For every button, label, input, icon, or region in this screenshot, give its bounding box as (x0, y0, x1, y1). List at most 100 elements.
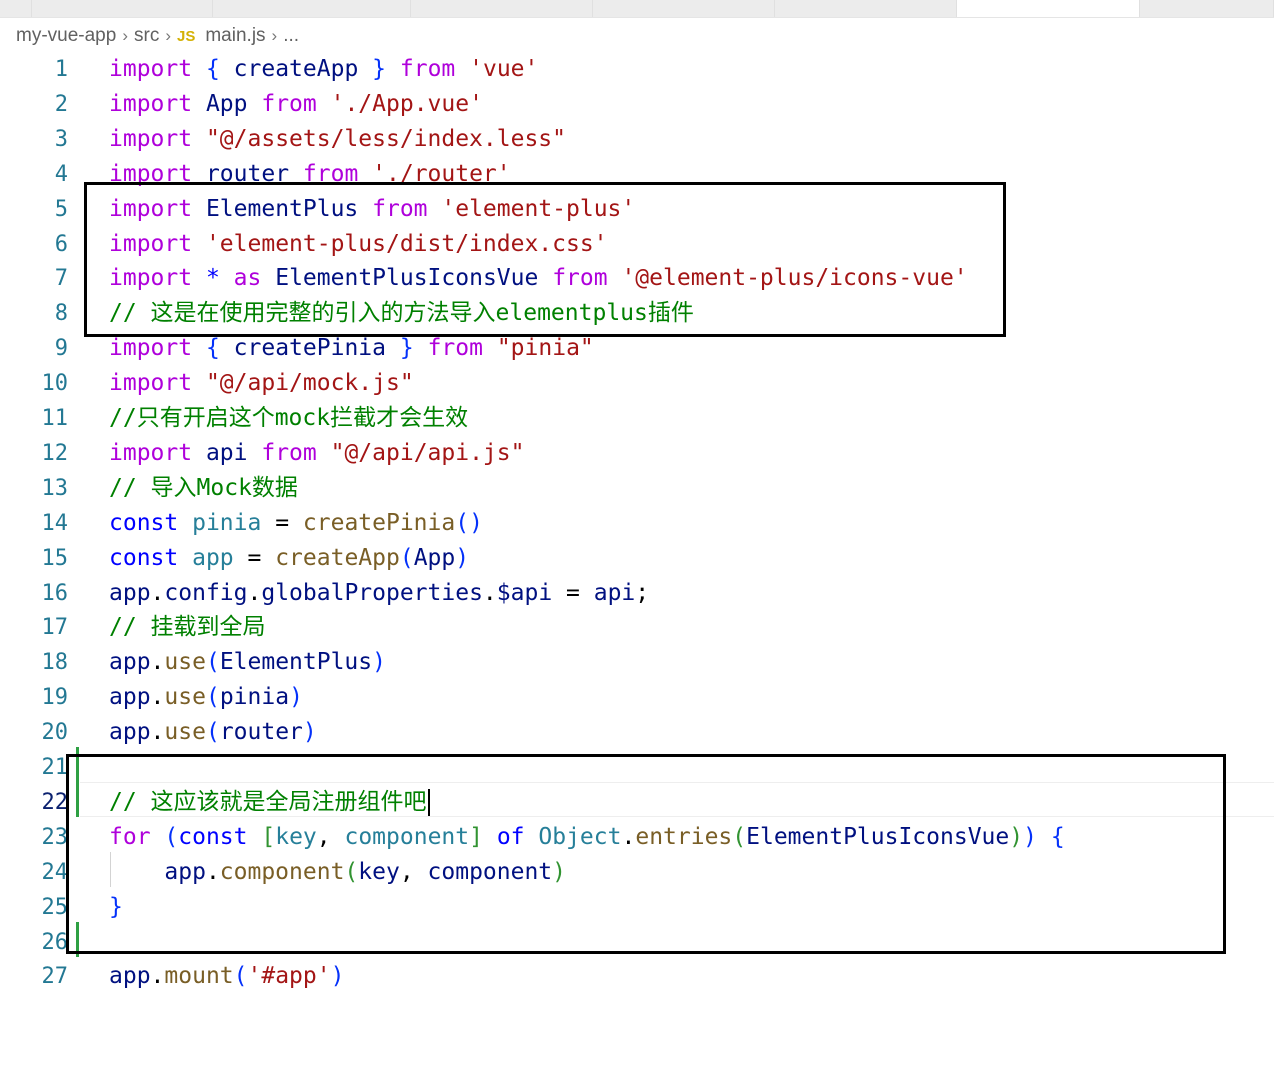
code-line[interactable]: // 导入Mock数据 (109, 471, 298, 506)
code-line[interactable]: import api from "@/api/api.js" (109, 436, 524, 471)
line-number: 25 (41, 895, 69, 920)
code-token: . (150, 684, 165, 710)
code-token: import (109, 91, 193, 117)
code-token: = (261, 510, 303, 536)
line-number: 3 (54, 127, 68, 152)
line-number: 12 (41, 441, 69, 466)
code-line[interactable]: import { createApp } from 'vue' (109, 52, 538, 87)
breadcrumb: my-vue-app › src › JS main.js › ... (16, 24, 299, 48)
code-token: } (399, 335, 414, 361)
code-line[interactable]: const app = createApp(App) (109, 541, 469, 576)
code-line[interactable]: //只有开启这个mock拦截才会生效 (109, 401, 468, 436)
code-token: = (552, 580, 594, 606)
editor-tab[interactable] (213, 0, 411, 17)
code-token: ) (289, 684, 303, 710)
code-token: App (413, 545, 456, 571)
code-token: use (164, 684, 206, 710)
code-token: app (192, 545, 234, 571)
line-number: 11 (41, 406, 69, 431)
code-token: const (109, 545, 179, 571)
editor-tab[interactable] (411, 0, 593, 17)
line-number: 9 (54, 336, 68, 361)
line-number: 22 (41, 790, 69, 815)
editor-tab[interactable] (32, 0, 213, 17)
breadcrumb-item-symbol[interactable]: ... (283, 25, 299, 47)
line-number: 15 (41, 546, 69, 571)
code-token: '#app' (247, 963, 331, 989)
code-line[interactable]: app.use(ElementPlus) (109, 645, 386, 680)
annotation-box-icon-registration (66, 754, 1226, 954)
editor-tab-active[interactable] (957, 0, 1140, 17)
breadcrumb-item-folder[interactable]: src (134, 25, 159, 47)
code-token: app (109, 684, 151, 710)
code-token: // 导入Mock数据 (109, 475, 298, 501)
code-token: router (219, 719, 303, 745)
line-number: 21 (41, 755, 69, 780)
code-token: ) (455, 545, 470, 571)
javascript-file-icon: JS (177, 27, 196, 45)
code-token: . (482, 580, 497, 606)
line-number: 4 (54, 162, 68, 187)
editor-tab[interactable] (1140, 0, 1274, 17)
editor-tab[interactable] (775, 0, 957, 17)
code-line[interactable]: import "@/assets/less/index.less" (109, 122, 566, 157)
code-line[interactable]: app.use(router) (109, 715, 317, 750)
line-number: 1 (54, 57, 68, 82)
code-token: ( (205, 719, 220, 745)
code-token: from (427, 335, 483, 361)
code-line[interactable]: const pinia = createPinia() (109, 506, 483, 541)
code-line[interactable]: app.use(pinia) (109, 680, 303, 715)
code-token: ) (372, 649, 386, 675)
code-token: ; (635, 580, 650, 606)
code-token: 'vue' (469, 56, 539, 82)
chevron-right-icon: › (165, 26, 171, 45)
code-token: api (593, 580, 636, 606)
code-token: createApp (275, 545, 400, 571)
code-token: "@/api/api.js" (330, 440, 525, 466)
editor-tab[interactable] (593, 0, 775, 17)
editor-tab[interactable] (0, 0, 32, 17)
code-token: . (247, 580, 262, 606)
breadcrumb-item-project[interactable]: my-vue-app (16, 25, 116, 47)
code-token: import (109, 370, 193, 396)
code-token: ) (302, 719, 317, 745)
code-line[interactable]: import App from './App.vue' (109, 87, 483, 122)
code-token: "@/assets/less/index.less" (205, 126, 566, 152)
annotation-box-imports (84, 182, 1006, 337)
code-line[interactable]: app.mount('#app') (109, 959, 344, 994)
code-token: createPinia (302, 510, 456, 536)
code-token: createPinia (233, 335, 386, 361)
line-number: 24 (41, 860, 69, 885)
code-line[interactable]: import "@/api/mock.js" (109, 366, 414, 401)
line-number: 16 (41, 581, 69, 606)
code-token: App (205, 91, 248, 117)
code-line[interactable]: // 挂载到全局 (109, 610, 266, 645)
breadcrumb-item-file[interactable]: main.js (205, 25, 265, 47)
code-line[interactable]: app.config.globalProperties.$api = api; (109, 576, 649, 611)
code-token: app (109, 580, 151, 606)
line-number: 7 (54, 266, 68, 291)
code-token: } (372, 56, 387, 82)
code-token: api (205, 440, 248, 466)
code-token: { (205, 56, 220, 82)
code-token: from (261, 91, 317, 117)
code-token: './App.vue' (330, 91, 483, 117)
code-token: from (261, 440, 317, 466)
line-number: 5 (54, 197, 68, 222)
line-number: 6 (54, 232, 68, 257)
code-token: import (109, 56, 193, 82)
code-token: const (109, 510, 179, 536)
code-token: globalProperties (261, 580, 483, 606)
code-token: "@/api/mock.js" (205, 370, 414, 396)
